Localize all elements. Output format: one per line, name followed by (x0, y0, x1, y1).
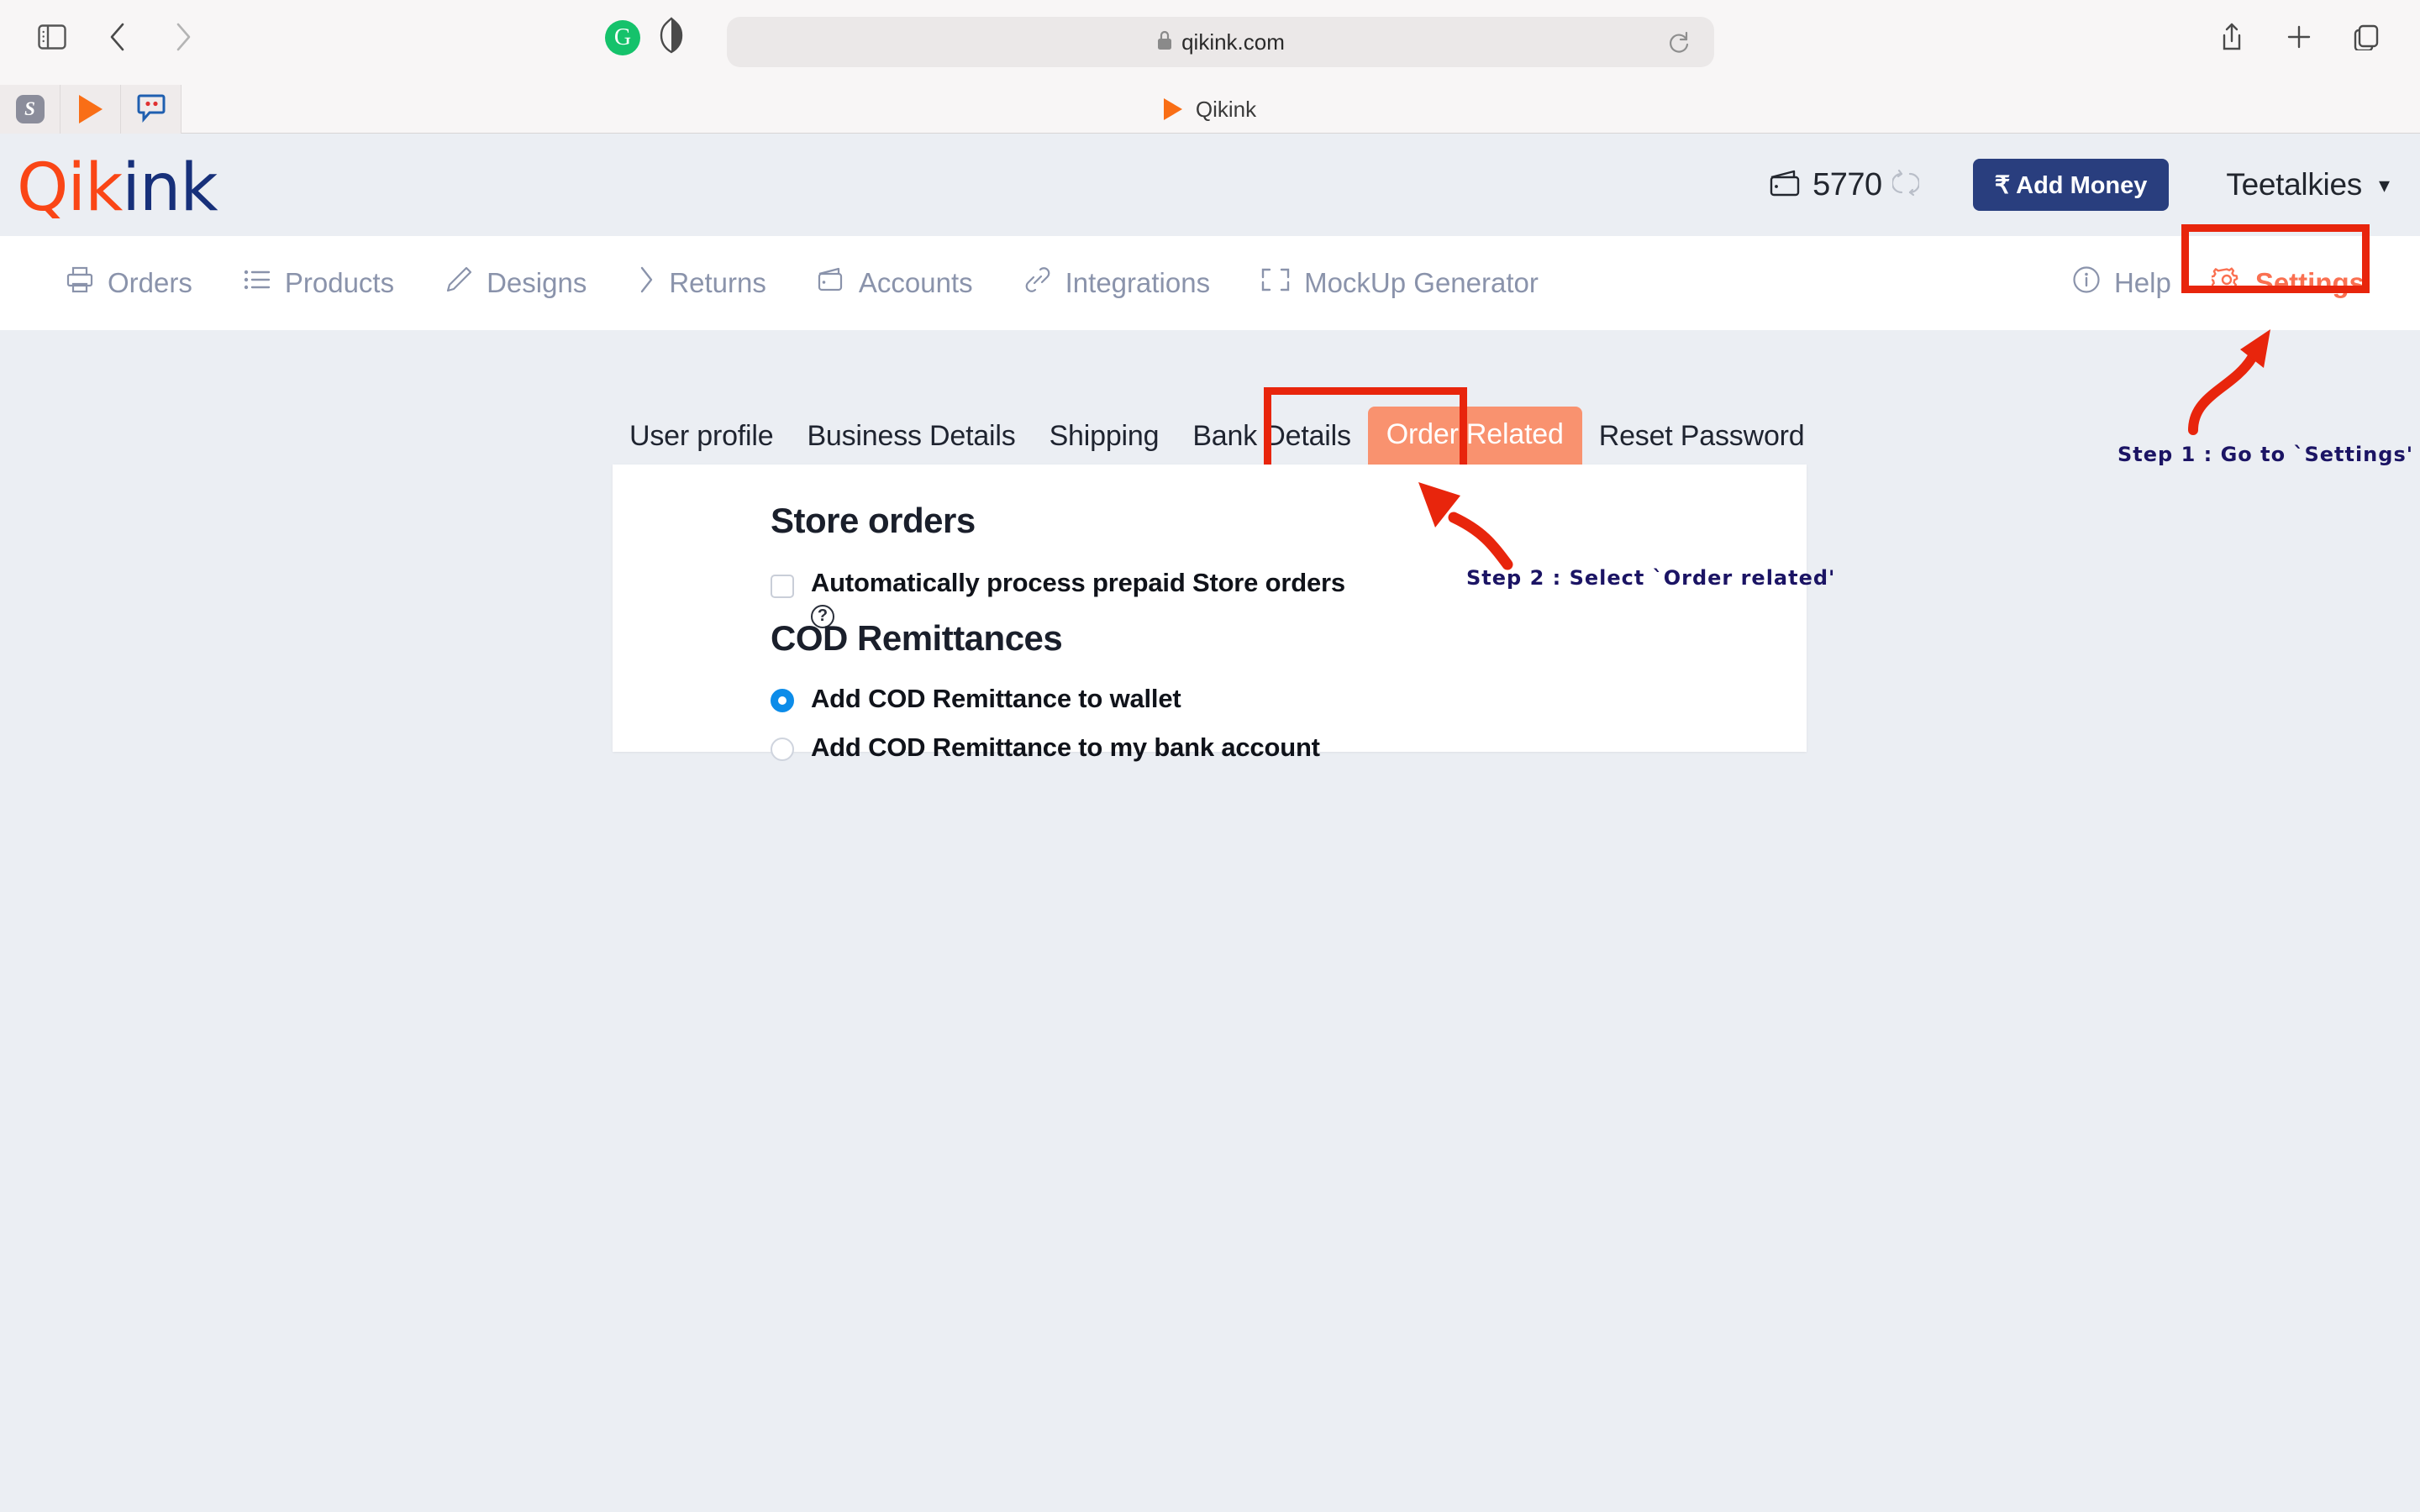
tab-business-details[interactable]: Business Details (790, 420, 1032, 465)
user-name: Teetalkies (2226, 167, 2362, 202)
qikink-logo[interactable]: Qikink (17, 150, 218, 226)
store-orders-heading: Store orders (771, 501, 976, 540)
nav-item-integrations[interactable]: Integrations (998, 236, 1235, 330)
info-circle-icon (2072, 265, 2101, 301)
refresh-icon[interactable] (1891, 169, 1920, 202)
tab-user-profile[interactable]: User profile (613, 420, 790, 465)
nav-label-returns: Returns (669, 267, 766, 298)
cod-bank-radio[interactable] (771, 737, 794, 761)
nav-label-integrations: Integrations (1065, 267, 1211, 298)
nav-item-orders[interactable]: Orders (40, 236, 218, 330)
lock-icon (1156, 29, 1173, 55)
tab-shipping[interactable]: Shipping (1033, 420, 1176, 465)
sidebar-toggle-icon[interactable] (34, 18, 71, 55)
browser-chrome: G qikink.com (0, 0, 2420, 85)
cod-option-bank[interactable]: Add COD Remittance to my bank account (771, 732, 1320, 763)
list-icon (243, 267, 271, 299)
add-money-button[interactable]: ₹ Add Money (1972, 159, 2170, 211)
order-related-panel: Store orders Automatically process prepa… (613, 465, 1807, 762)
printer-icon (66, 265, 94, 301)
nav-label-mockup-generator: MockUp Generator (1304, 267, 1539, 298)
nav-items: Orders Products Designs Returns Accounts (40, 236, 1564, 330)
cod-bank-label: Add COD Remittance to my bank account (811, 732, 1320, 762)
nav-item-accounts[interactable]: Accounts (792, 236, 998, 330)
auto-process-label: Automatically process prepaid Store orde… (811, 568, 1345, 597)
nav-item-designs[interactable]: Designs (419, 236, 612, 330)
browser-right-controls (2213, 18, 2385, 55)
user-menu[interactable]: Teetalkies ▾ (2226, 167, 2390, 202)
step2-annotation-text: Step 2 : Select `Order related' (1466, 566, 1836, 590)
app-header: Qikink 5770 ₹ Add Money Teetalkies ▾ (0, 134, 2420, 236)
link-icon (1023, 265, 1052, 301)
wallet-balance[interactable]: 5770 (1769, 166, 1920, 203)
nav-label-returns-designs: Designs (487, 267, 587, 298)
active-browser-tab[interactable]: Qikink (0, 85, 2420, 134)
nav-item-mockup-generator[interactable]: MockUp Generator (1235, 236, 1564, 330)
browser-tabstrip: S Qikink (0, 85, 2420, 134)
header-right-group: 5770 ₹ Add Money Teetalkies ▾ (1769, 134, 2390, 236)
share-icon[interactable] (2213, 18, 2250, 55)
cod-option-wallet[interactable]: Add COD Remittance to wallet (771, 684, 1320, 714)
chevron-right-icon (637, 265, 655, 302)
tab-reset-password[interactable]: Reset Password (1582, 420, 1822, 465)
settings-button[interactable]: Settings (2192, 253, 2386, 313)
wallet-amount: 5770 (1812, 166, 1882, 202)
browser-back-icon[interactable] (99, 18, 136, 55)
crop-frame-icon (1260, 267, 1291, 299)
cod-remittances-section: COD Remittances Add COD Remittance to wa… (771, 618, 1320, 762)
nav-label-accounts: Accounts (858, 267, 973, 298)
cod-heading: COD Remittances (771, 618, 1063, 658)
cod-wallet-radio[interactable] (771, 689, 794, 712)
logo-text-ink: ink (122, 150, 218, 226)
cod-wallet-label: Add COD Remittance to wallet (811, 684, 1181, 713)
reload-icon[interactable] (1665, 29, 1692, 55)
address-bar[interactable]: qikink.com (727, 17, 1714, 67)
page-content: User profile Business Details Shipping B… (0, 330, 2420, 1512)
new-tab-plus-icon[interactable] (2281, 18, 2317, 55)
wallet-icon (817, 266, 845, 300)
help-label: Help (2113, 267, 2171, 298)
main-navigation: Orders Products Designs Returns Accounts (0, 224, 2420, 330)
grammarly-icon[interactable]: G (605, 19, 640, 55)
browser-forward-icon[interactable] (165, 18, 202, 55)
privacy-shield-icon[interactable] (659, 17, 684, 58)
nav-label-products: Products (284, 267, 395, 298)
nav-item-products[interactable]: Products (218, 236, 419, 330)
nav-right-group: Help Settings (2072, 224, 2386, 330)
url-text: qikink.com (1181, 29, 1285, 55)
browser-tab-title: Qikink (1195, 96, 1257, 122)
settings-tabs: User profile Business Details Shipping B… (613, 407, 1821, 465)
pencil-icon (445, 265, 473, 301)
gear-icon (2209, 265, 2242, 302)
store-orders-section: Store orders Automatically process prepa… (771, 501, 1345, 628)
logo-text-qik: Qik (17, 150, 123, 226)
auto-process-checkbox[interactable] (771, 575, 794, 598)
help-button[interactable]: Help (2072, 265, 2193, 301)
tab-overview-icon[interactable] (2348, 18, 2385, 55)
browser-extension-icons: G (605, 17, 684, 58)
settings-label: Settings (2254, 267, 2365, 298)
tab-order-related[interactable]: Order Related (1367, 407, 1582, 465)
step1-annotation-text: Step 1 : Go to `Settings' (2118, 443, 2414, 466)
nav-label-orders: Orders (108, 267, 192, 298)
wallet-icon (1769, 169, 1802, 202)
settings-wrapper: Settings (2181, 224, 2386, 313)
browser-left-controls (34, 18, 202, 55)
tab-bank-details[interactable]: Bank Details (1176, 420, 1367, 465)
qikink-favicon-icon (1163, 98, 1182, 120)
chevron-down-icon: ▾ (2378, 171, 2390, 197)
nav-item-returns[interactable]: Returns (612, 236, 792, 330)
